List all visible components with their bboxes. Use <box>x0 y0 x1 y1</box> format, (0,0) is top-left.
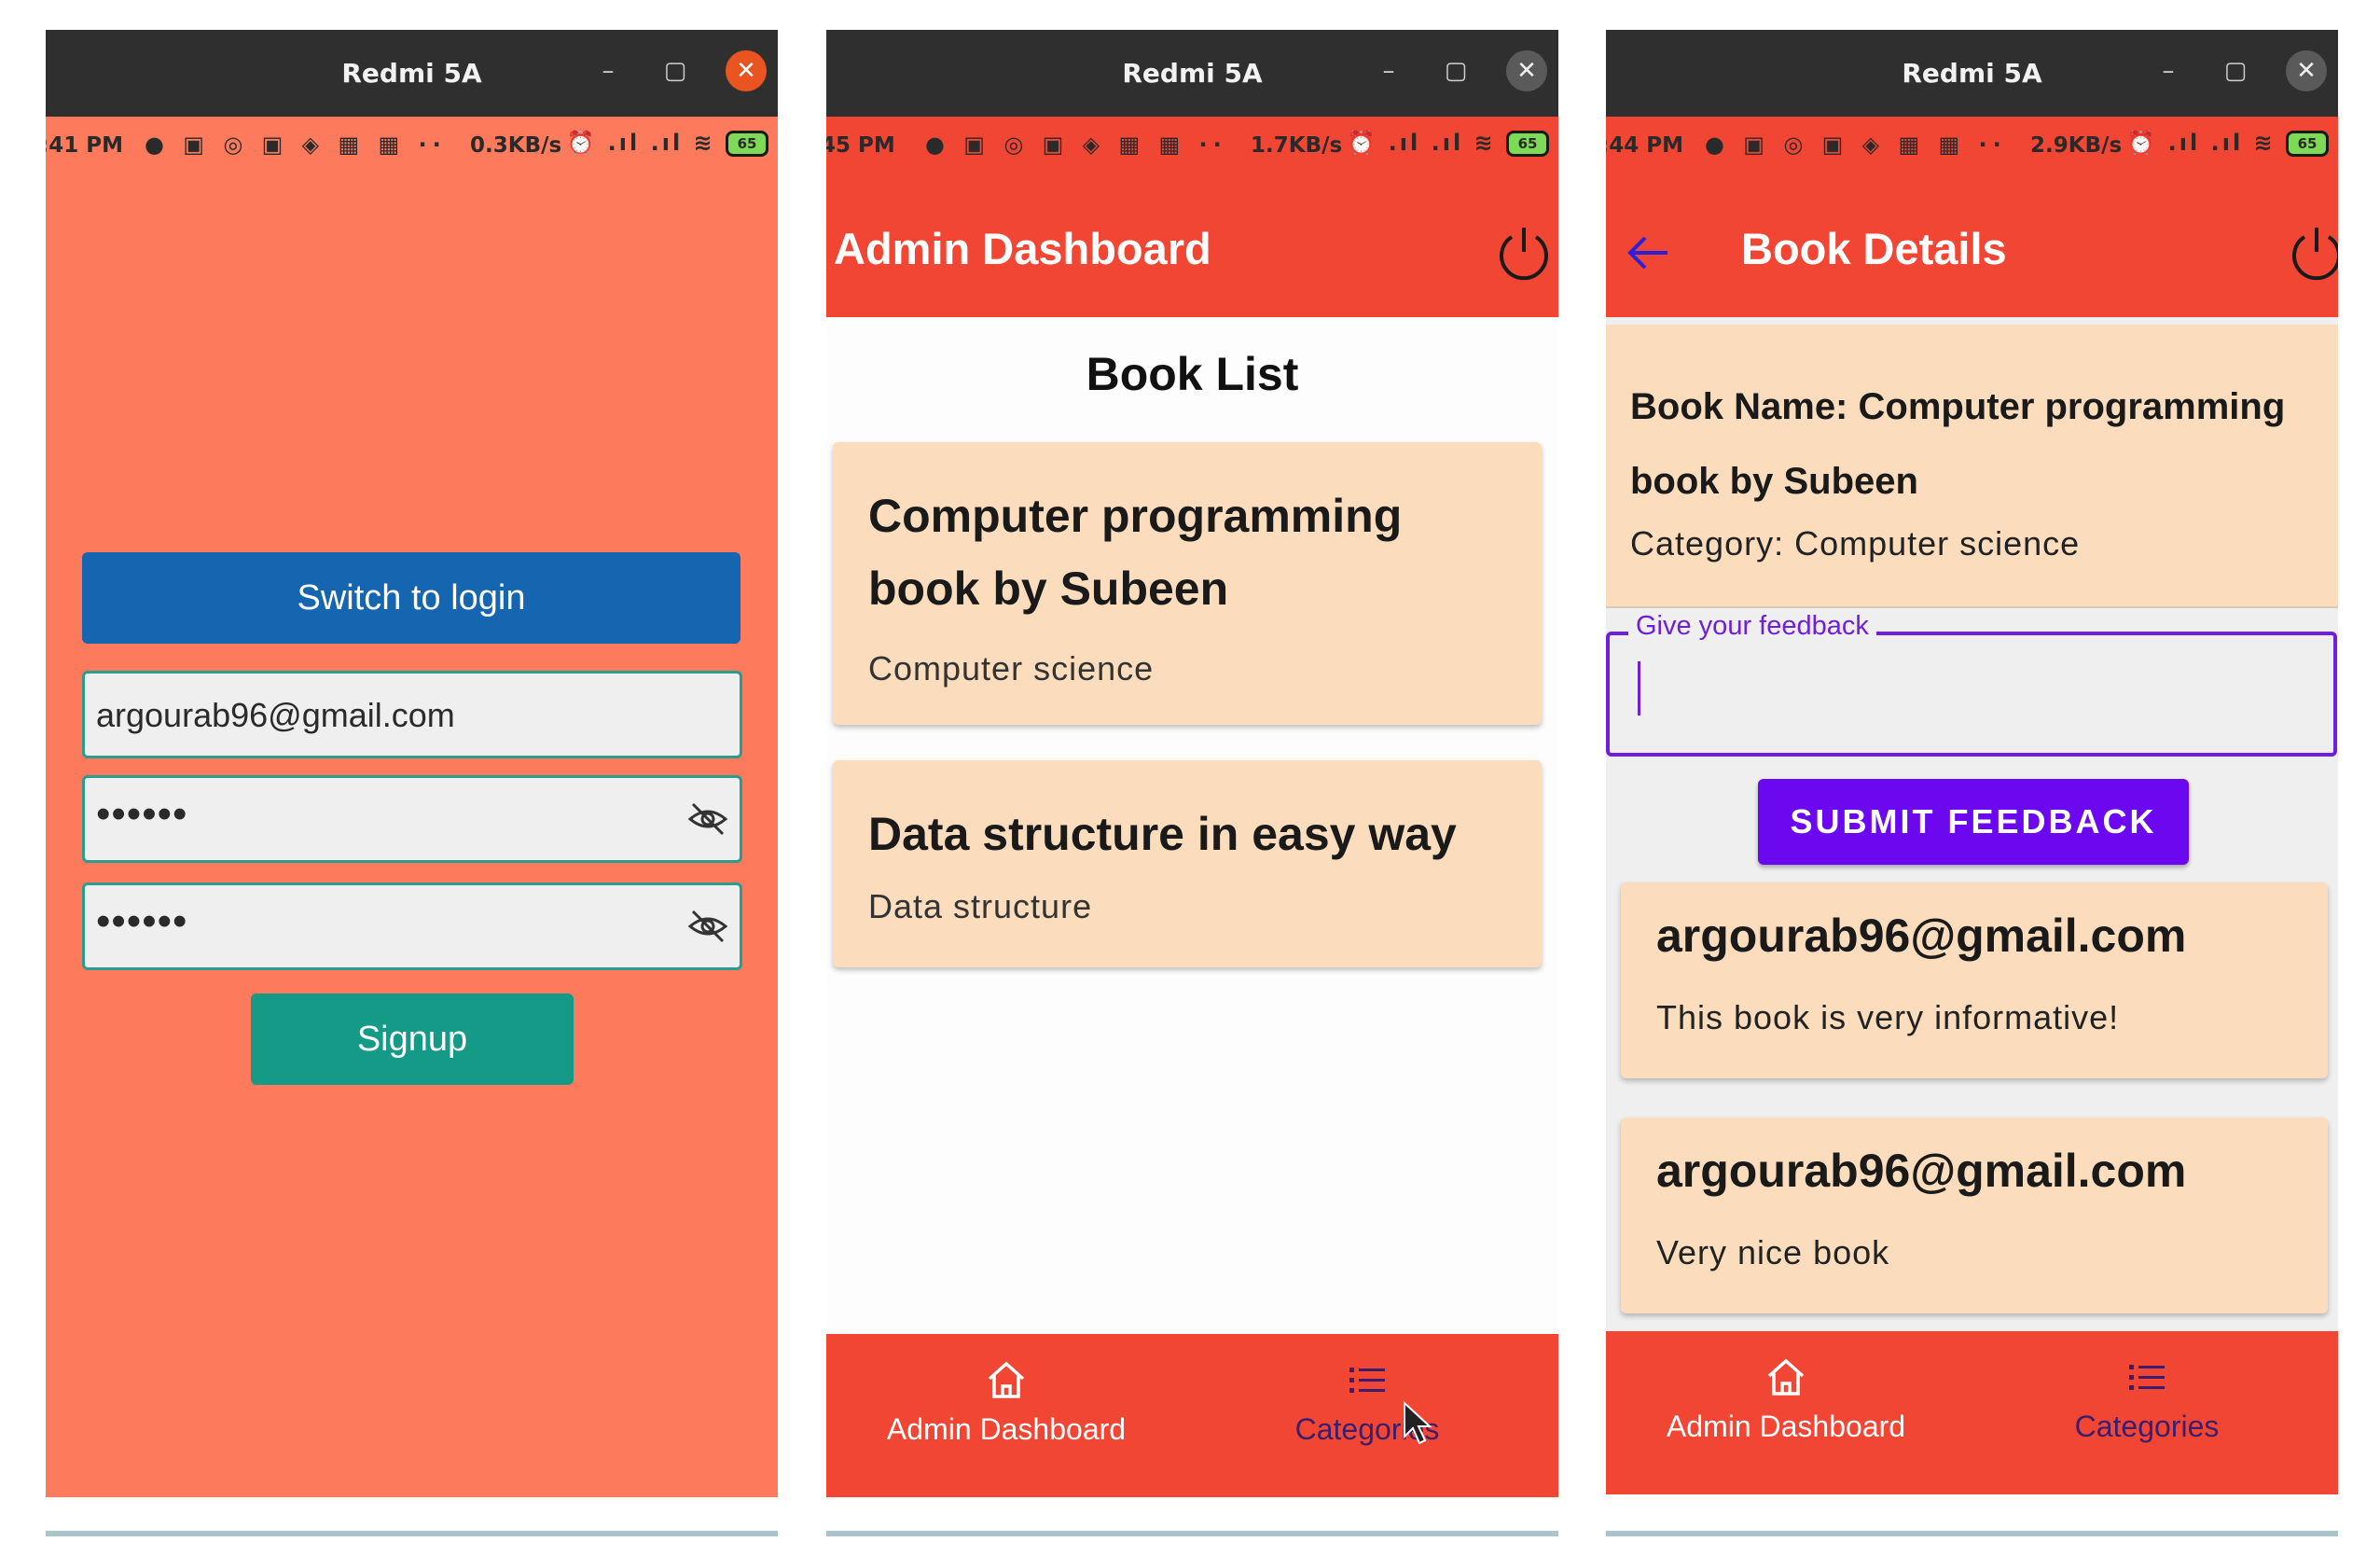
book-category: Data structure <box>868 887 1093 925</box>
window-titlebar: Redmi 5A – ▢ ✕ <box>46 30 778 117</box>
status-bar: :41 PM ● ▣ ◎ ▣ ◈ ▦ ▦ ·· 0.3KB/s ⏰ .ıl .ı… <box>46 117 778 173</box>
status-time: 45 PM <box>826 133 895 158</box>
status-time: :44 PM <box>1606 133 1683 158</box>
alarm-signal-wifi-icons: ⏰ .ıl .ıl ≋ <box>566 130 715 156</box>
email-value: argourab96@gmail.com <box>96 696 455 734</box>
home-icon <box>988 1361 1025 1398</box>
back-arrow-icon[interactable] <box>1623 227 1675 279</box>
next-window-edge <box>1606 1531 2338 1536</box>
notification-icons: ● ▣ ◎ ▣ ◈ ▦ ▦ ·· <box>145 132 447 158</box>
phone-window-dashboard: Redmi 5A – ▢ ✕ 45 PM ● ▣ ◎ ▣ ◈ ▦ ▦ ·· 1.… <box>826 30 1558 1497</box>
book-name: Data structure in easy way <box>868 808 1457 860</box>
close-button[interactable]: ✕ <box>1506 50 1547 91</box>
nav-label: Admin Dashboard <box>886 1412 1127 1446</box>
eye-off-icon[interactable] <box>687 908 728 945</box>
window-titlebar: Redmi 5A – ▢ ✕ <box>826 30 1558 117</box>
close-button[interactable]: ✕ <box>2286 50 2327 91</box>
bottom-navigation: Admin Dashboard Categories <box>826 1334 1558 1497</box>
minimize-button[interactable]: – <box>2148 50 2189 91</box>
maximize-button[interactable]: ▢ <box>1435 50 1476 91</box>
mouse-pointer-icon <box>1404 1401 1432 1445</box>
book-name: Computer programming book by Subeen <box>868 479 1402 625</box>
switch-to-login-button[interactable]: Switch to login <box>82 552 740 644</box>
confirm-password-value: •••••• <box>96 898 188 944</box>
feedback-card: argourab96@gmail.com This book is very i… <box>1621 882 2328 1078</box>
battery-icon: 65 <box>1506 131 1549 157</box>
book-category: Computer science <box>868 649 1155 688</box>
nav-categories[interactable]: Categories <box>1979 1354 2315 1444</box>
feedback-label: Give your feedback <box>1628 611 1876 642</box>
book-list-section: Book List Computer programming book by Su… <box>826 317 1558 1343</box>
maximize-button[interactable]: ▢ <box>2215 50 2256 91</box>
network-speed: 0.3KB/s <box>470 133 562 158</box>
notification-icons: ● ▣ ◎ ▣ ◈ ▦ ▦ ·· <box>1705 132 2007 158</box>
next-window-edge <box>46 1531 778 1536</box>
submit-feedback-button[interactable]: SUBMIT FEEDBACK <box>1758 779 2189 865</box>
status-bar: :44 PM ● ▣ ◎ ▣ ◈ ▦ ▦ ·· 2.9KB/s ⏰ .ıl .ı… <box>1606 117 2338 173</box>
feedback-card: argourab96@gmail.com Very nice book <box>1621 1118 2328 1313</box>
feedback-user: argourab96@gmail.com <box>1656 910 2187 962</box>
power-icon[interactable] <box>2286 224 2338 285</box>
password-field[interactable]: •••••• <box>82 775 742 863</box>
book-card[interactable]: Computer programming book by Subeen Compu… <box>833 442 1542 725</box>
status-bar: 45 PM ● ▣ ◎ ▣ ◈ ▦ ▦ ·· 1.7KB/s ⏰ .ıl .ıl… <box>826 117 1558 173</box>
eye-off-icon[interactable] <box>687 800 728 838</box>
signup-button[interactable]: Signup <box>251 993 574 1085</box>
nav-categories[interactable]: Categories <box>1199 1356 1535 1447</box>
book-category: Category: Computer science <box>1630 524 2081 563</box>
network-speed: 1.7KB/s <box>1251 133 1343 158</box>
battery-icon: 65 <box>726 131 768 157</box>
next-window-edge <box>826 1531 1558 1536</box>
feedback-text: This book is very informative! <box>1656 998 2120 1036</box>
list-icon <box>2129 1365 2165 1390</box>
password-value: •••••• <box>96 791 188 837</box>
nav-admin-dashboard[interactable]: Admin Dashboard <box>838 1356 1174 1447</box>
power-icon[interactable] <box>1493 224 1555 285</box>
book-name-line: Computer programming <box>868 490 1403 542</box>
app-bar: Admin Dashboard <box>826 173 1558 317</box>
window-titlebar: Redmi 5A – ▢ ✕ <box>1606 30 2338 117</box>
book-details-section: Book Name: Computer programming book by S… <box>1606 317 2338 1343</box>
network-speed: 2.9KB/s <box>2030 133 2123 158</box>
nav-admin-dashboard[interactable]: Admin Dashboard <box>1618 1354 1954 1444</box>
book-list-title: Book List <box>1086 348 1299 400</box>
minimize-button[interactable]: – <box>588 50 629 91</box>
email-field[interactable]: argourab96@gmail.com <box>82 671 742 758</box>
signal-icons: ⏰ .ıl .ıl ≋ 65 <box>2126 130 2329 157</box>
book-name: Book Name: Computer programming book by S… <box>1630 369 2320 519</box>
alarm-signal-wifi-icons: ⏰ .ıl .ıl ≋ <box>2126 130 2276 156</box>
nav-label: Categories <box>2074 1410 2220 1443</box>
book-card[interactable]: Data structure in easy way Data structur… <box>833 760 1542 967</box>
page-title: Admin Dashboard <box>834 224 1211 273</box>
bottom-navigation: Admin Dashboard Categories <box>1606 1331 2338 1494</box>
phone-window-book-details: Redmi 5A – ▢ ✕ :44 PM ● ▣ ◎ ▣ ◈ ▦ ▦ ·· 2… <box>1606 30 2338 1497</box>
status-time: :41 PM <box>46 133 123 158</box>
page-title: Book Details <box>1741 224 2007 273</box>
feedback-input[interactable]: Give your feedback <box>1606 611 2337 757</box>
book-name-line: Book Name: Computer programming <box>1630 386 2286 427</box>
text-caret <box>1638 661 1640 715</box>
book-name-line: book by Subeen <box>868 563 1229 615</box>
phone-window-signup: Redmi 5A – ▢ ✕ :41 PM ● ▣ ◎ ▣ ◈ ▦ ▦ ·· 0… <box>46 30 778 1497</box>
close-button[interactable]: ✕ <box>726 50 767 91</box>
maximize-button[interactable]: ▢ <box>655 50 696 91</box>
book-name-line: book by Subeen <box>1630 461 1918 502</box>
home-icon <box>1767 1358 1805 1396</box>
signal-icons: ⏰ .ıl .ıl ≋ 65 <box>1347 130 1549 157</box>
list-icon <box>1349 1368 1385 1393</box>
nav-label: Categories <box>1294 1412 1440 1446</box>
signal-icons: ⏰ .ıl .ıl ≋ 65 <box>566 130 768 157</box>
minimize-button[interactable]: – <box>1368 50 1409 91</box>
book-details-card: Book Name: Computer programming book by S… <box>1606 325 2338 608</box>
confirm-password-field[interactable]: •••••• <box>82 882 742 970</box>
nav-label: Admin Dashboard <box>1666 1410 1906 1443</box>
alarm-signal-wifi-icons: ⏰ .ıl .ıl ≋ <box>1347 130 1496 156</box>
battery-icon: 65 <box>2286 131 2329 157</box>
notification-icons: ● ▣ ◎ ▣ ◈ ▦ ▦ ·· <box>925 132 1227 158</box>
feedback-text: Very nice book <box>1656 1233 1890 1271</box>
feedback-user: argourab96@gmail.com <box>1656 1145 2187 1197</box>
app-bar: Book Details <box>1606 173 2338 317</box>
